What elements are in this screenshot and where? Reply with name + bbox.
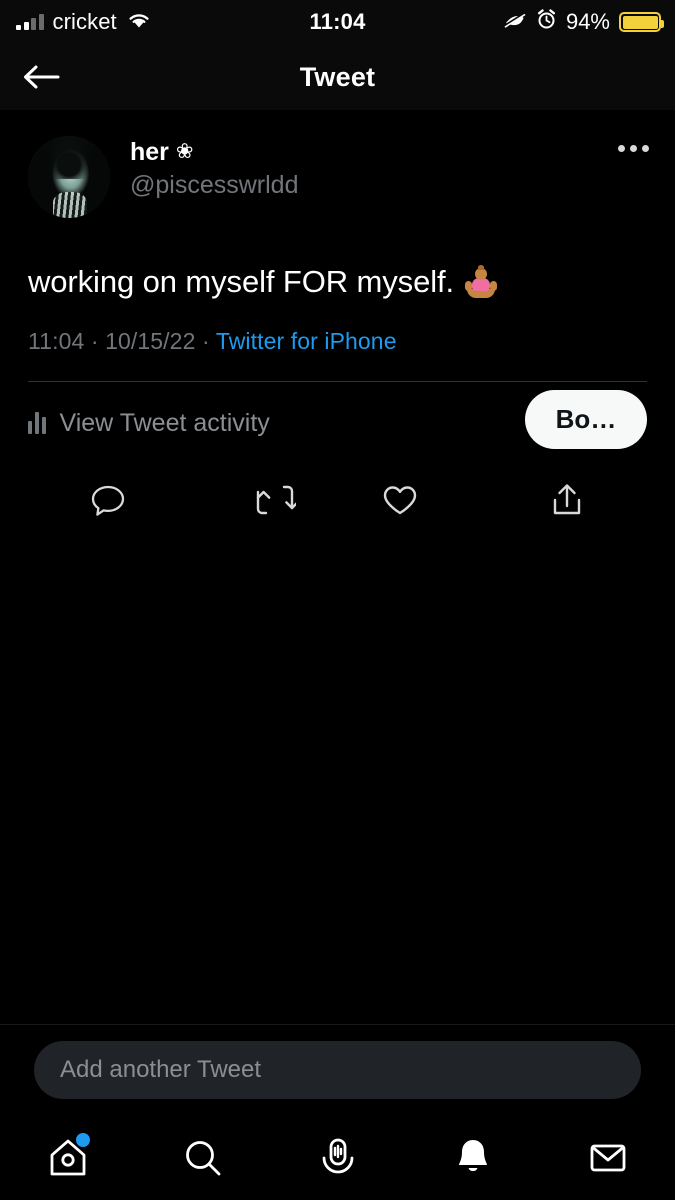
share-icon	[553, 484, 581, 515]
more-dot	[641, 144, 649, 152]
tweet-text: working on myself FOR myself.	[28, 264, 455, 299]
home-badge-dot	[75, 1133, 90, 1147]
alarm-clock-icon	[536, 9, 557, 35]
tweet-source-link[interactable]: Twitter for iPhone	[216, 328, 397, 354]
status-bar: cricket 11:04 94%	[0, 0, 675, 44]
tweet-actions-row	[0, 450, 675, 532]
more-options-button[interactable]	[609, 128, 657, 168]
meta-separator: ·	[90, 328, 99, 355]
page-title: Tweet	[299, 61, 376, 92]
do-not-disturb-icon	[503, 10, 527, 35]
more-dot	[629, 144, 637, 152]
author-display-name[interactable]: her ❀	[130, 138, 298, 167]
boost-button[interactable]: Bo…	[525, 390, 647, 450]
tab-home[interactable]	[0, 1115, 135, 1200]
share-button[interactable]	[462, 468, 675, 532]
tweet-text-container: working on myself FOR myself.	[0, 218, 675, 302]
tab-messages[interactable]	[540, 1115, 675, 1200]
back-arrow-icon	[24, 65, 60, 89]
tab-notifications[interactable]	[405, 1115, 540, 1200]
search-icon	[185, 1140, 220, 1175]
bottom-tab-bar	[0, 1115, 675, 1200]
tweet-container: her ❀ @piscesswrldd working on myself FO…	[0, 110, 675, 532]
tweet-activity-row: View Tweet activity Bo…	[0, 382, 675, 450]
tab-spaces[interactable]	[270, 1115, 405, 1200]
back-button[interactable]	[18, 54, 64, 100]
author-handle[interactable]: @piscesswrldd	[130, 171, 298, 200]
view-tweet-activity-label: View Tweet activity	[59, 408, 270, 437]
reply-button[interactable]	[0, 468, 213, 532]
like-icon	[383, 486, 417, 515]
add-another-tweet-input[interactable]	[60, 1056, 615, 1084]
flower-icon: ❀	[175, 140, 194, 164]
woman-in-lotus-position-emoji	[464, 265, 498, 299]
avatar[interactable]	[28, 136, 110, 218]
more-dot	[617, 144, 625, 152]
view-tweet-activity-button[interactable]: View Tweet activity	[28, 409, 270, 438]
tweet-meta: 11:04 · 10/15/22 · Twitter for iPhone	[0, 302, 675, 355]
tweet-time: 11:04	[28, 328, 85, 355]
compose-bar	[0, 1024, 675, 1115]
retweet-button[interactable]	[213, 468, 338, 532]
microphone-icon	[322, 1138, 353, 1173]
bar-chart-icon	[28, 412, 46, 435]
bell-icon	[458, 1139, 487, 1171]
status-bar-right: 94%	[503, 9, 664, 35]
meta-separator: ·	[201, 328, 210, 355]
envelope-icon	[590, 1144, 625, 1171]
author-display-name-text: her	[130, 138, 169, 166]
like-button[interactable]	[338, 468, 463, 532]
author-names: her ❀ @piscesswrldd	[130, 136, 298, 200]
tab-search[interactable]	[135, 1115, 270, 1200]
tweet-author-row: her ❀ @piscesswrldd	[0, 110, 675, 218]
battery-percent-label: 94%	[565, 9, 610, 34]
battery-icon	[619, 12, 664, 32]
tweet-date: 10/15/22	[105, 328, 196, 355]
compose-input-wrapper[interactable]	[34, 1041, 641, 1099]
navigation-bar: Tweet	[0, 44, 675, 110]
retweet-icon	[256, 486, 297, 515]
tweet-detail-screen: cricket 11:04 94% Tweet her ❀ @piscesswr…	[0, 0, 675, 1200]
reply-icon	[91, 486, 125, 517]
